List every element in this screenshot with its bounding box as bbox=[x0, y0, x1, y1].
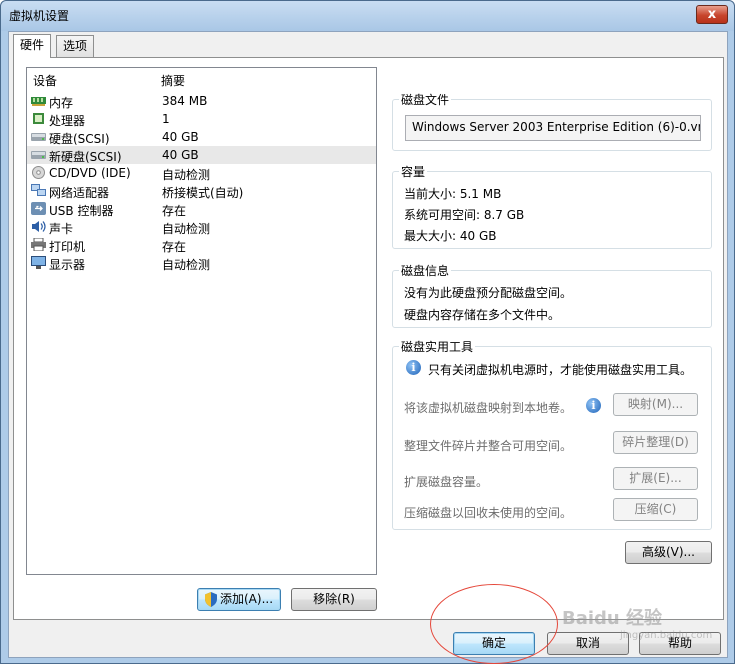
hard-disk-icon bbox=[31, 133, 46, 141]
max-size-text: 最大大小: 40 GB bbox=[404, 229, 497, 243]
device-row-cd-dvd[interactable]: CD/DVD (IDE) 自动检测 bbox=[27, 164, 376, 182]
info-icon: i bbox=[406, 360, 421, 375]
uac-shield-icon bbox=[205, 592, 217, 607]
device-summary: 存在 bbox=[162, 240, 187, 254]
device-name: USB 控制器 bbox=[49, 204, 114, 218]
tab-options[interactable]: 选项 bbox=[56, 35, 95, 57]
compact-button[interactable]: 压缩(C) bbox=[613, 498, 698, 521]
capacity-group: 容量 当前大小: 5.1 MB 系统可用空间: 8.7 GB 最大大小: 40 … bbox=[392, 163, 712, 249]
device-summary: 40 GB bbox=[162, 148, 199, 162]
device-name: 内存 bbox=[49, 96, 74, 110]
cd-dvd-icon bbox=[32, 166, 45, 179]
device-name: 声卡 bbox=[49, 222, 74, 236]
device-row-network-adapter[interactable]: 网络适配器 桥接模式(自动) bbox=[27, 182, 376, 200]
printer-icon bbox=[31, 238, 46, 251]
display-icon bbox=[31, 256, 46, 269]
device-name: 新硬盘(SCSI) bbox=[49, 150, 122, 164]
map-button[interactable]: 映射(M)... bbox=[613, 393, 698, 416]
processor-icon bbox=[33, 113, 44, 124]
device-summary: 自动检测 bbox=[162, 222, 211, 236]
disk-info-line: 没有为此硬盘预分配磁盘空间。 bbox=[404, 286, 573, 300]
watermark-logo: Baidu 经验 bbox=[562, 608, 663, 629]
disk-file-group: 磁盘文件 Windows Server 2003 Enterprise Edit… bbox=[392, 91, 712, 151]
close-button[interactable]: x bbox=[696, 5, 728, 24]
cancel-button[interactable]: 取消 bbox=[547, 632, 629, 655]
group-title: 磁盘文件 bbox=[399, 91, 452, 108]
disk-utilities-group: 磁盘实用工具 i 只有关闭虚拟机电源时，才能使用磁盘实用工具。 将该虚拟机磁盘映… bbox=[392, 338, 712, 530]
compact-description: 压缩磁盘以回收未使用的空间。 bbox=[404, 506, 573, 520]
device-summary: 384 MB bbox=[162, 94, 208, 108]
title-bar[interactable]: 虚拟机设置 x bbox=[1, 1, 734, 31]
free-space-text: 系统可用空间: 8.7 GB bbox=[404, 208, 525, 222]
dialog-client: 硬件 选项 设备 摘要 内存 384 MB 处理器 1 硬盘(SCSI) 40 … bbox=[8, 31, 728, 658]
disk-info-group: 磁盘信息 没有为此硬盘预分配磁盘空间。 硬盘内容存储在多个文件中。 bbox=[392, 262, 712, 328]
device-summary: 自动检测 bbox=[162, 168, 211, 182]
tab-hardware[interactable]: 硬件 bbox=[13, 34, 52, 58]
device-summary: 自动检测 bbox=[162, 258, 211, 272]
close-icon: x bbox=[707, 7, 717, 22]
usb-icon bbox=[31, 202, 46, 215]
device-row-sound-card[interactable]: 声卡 自动检测 bbox=[27, 218, 376, 236]
add-button-label: 添加(A)... bbox=[220, 592, 274, 606]
device-name: 处理器 bbox=[49, 114, 86, 128]
device-row-processor[interactable]: 处理器 1 bbox=[27, 110, 376, 128]
device-name: 硬盘(SCSI) bbox=[49, 132, 110, 146]
device-row-printer[interactable]: 打印机 存在 bbox=[27, 236, 376, 254]
group-title: 磁盘实用工具 bbox=[399, 338, 476, 355]
window-title: 虚拟机设置 bbox=[9, 9, 70, 23]
map-description: 将该虚拟机磁盘映射到本地卷。 bbox=[404, 401, 573, 415]
column-header-device[interactable]: 设备 bbox=[33, 72, 57, 89]
utilities-notice-text: 只有关闭虚拟机电源时，才能使用磁盘实用工具。 bbox=[428, 363, 693, 377]
device-row-hard-disk[interactable]: 硬盘(SCSI) 40 GB bbox=[27, 128, 376, 146]
device-name: CD/DVD (IDE) bbox=[49, 166, 131, 180]
ok-button[interactable]: 确定 bbox=[453, 632, 535, 655]
device-summary: 存在 bbox=[162, 204, 187, 218]
dialog-window: 虚拟机设置 x 硬件 选项 设备 摘要 内存 384 MB 处理器 1 硬盘(S… bbox=[0, 0, 735, 664]
device-summary: 桥接模式(自动) bbox=[162, 186, 244, 200]
current-size-text: 当前大小: 5.1 MB bbox=[404, 187, 502, 201]
info-icon: i bbox=[586, 398, 601, 413]
disk-file-path-field[interactable]: Windows Server 2003 Enterprise Edition (… bbox=[405, 115, 701, 141]
group-title: 磁盘信息 bbox=[399, 262, 452, 279]
defragment-button[interactable]: 碎片整理(D) bbox=[613, 431, 698, 454]
device-row-memory[interactable]: 内存 384 MB bbox=[27, 92, 376, 110]
expand-description: 扩展磁盘容量。 bbox=[404, 475, 489, 489]
hard-disk-icon bbox=[31, 151, 46, 159]
device-summary: 40 GB bbox=[162, 130, 199, 144]
device-list-header: 设备 摘要 bbox=[27, 68, 376, 90]
watermark-url: jingyan.baidu.com bbox=[620, 630, 713, 641]
device-row-display[interactable]: 显示器 自动检测 bbox=[27, 254, 376, 272]
disk-info-line: 硬盘内容存储在多个文件中。 bbox=[404, 308, 561, 322]
device-list[interactable]: 设备 摘要 内存 384 MB 处理器 1 硬盘(SCSI) 40 GB 新硬盘… bbox=[26, 67, 377, 575]
sound-card-icon bbox=[32, 221, 46, 232]
device-summary: 1 bbox=[162, 112, 170, 126]
network-adapter-icon bbox=[31, 184, 46, 196]
memory-icon bbox=[31, 97, 46, 106]
advanced-button[interactable]: 高级(V)... bbox=[625, 541, 712, 564]
device-row-new-hard-disk[interactable]: 新硬盘(SCSI) 40 GB bbox=[27, 146, 376, 164]
defrag-description: 整理文件碎片并整合可用空间。 bbox=[404, 439, 573, 453]
remove-device-button[interactable]: 移除(R) bbox=[291, 588, 377, 611]
device-name: 显示器 bbox=[49, 258, 86, 272]
device-name: 网络适配器 bbox=[49, 186, 110, 200]
add-device-button[interactable]: 添加(A)... bbox=[197, 588, 281, 611]
hardware-panel: 设备 摘要 内存 384 MB 处理器 1 硬盘(SCSI) 40 GB 新硬盘… bbox=[13, 57, 724, 620]
column-header-summary[interactable]: 摘要 bbox=[161, 72, 185, 89]
group-title: 容量 bbox=[399, 163, 428, 180]
device-row-usb-controller[interactable]: USB 控制器 存在 bbox=[27, 200, 376, 218]
device-name: 打印机 bbox=[49, 240, 86, 254]
expand-button[interactable]: 扩展(E)... bbox=[613, 467, 698, 490]
